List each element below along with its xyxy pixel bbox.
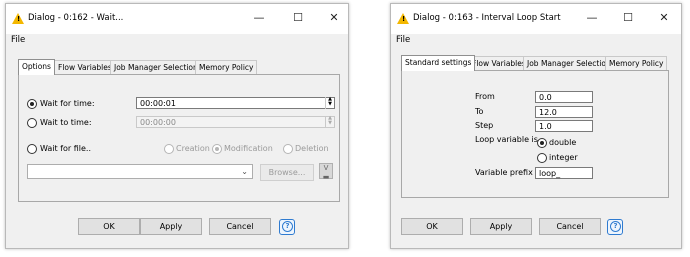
to-input[interactable]: 12.0 (535, 106, 593, 118)
minimize-button[interactable]: — (250, 10, 268, 26)
title-bar[interactable]: Dialog - 0:162 - Wait... — ☐ ✕ (6, 4, 348, 34)
menu-file[interactable]: File (11, 35, 25, 45)
cancel-button[interactable]: Cancel (539, 218, 601, 235)
variable-prefix-input[interactable]: loop_ (535, 167, 593, 179)
from-label: From (475, 92, 495, 101)
deletion-radio[interactable] (283, 144, 293, 154)
wait-for-file-radio[interactable] (27, 144, 37, 154)
integer-label: integer (549, 153, 578, 162)
tab-flow-variables[interactable]: Flow Variables (468, 56, 530, 70)
file-path-combo[interactable]: ⌄ (27, 164, 253, 179)
tab-standard-settings[interactable]: Standard settings (401, 55, 476, 71)
step-input[interactable]: 1.0 (535, 120, 593, 132)
tab-job-manager-selection[interactable]: Job Manager Selection (110, 60, 202, 74)
close-button[interactable]: ✕ (655, 10, 673, 26)
wait-to-time-label: Wait to time: (40, 118, 92, 127)
warning-icon (397, 13, 409, 24)
variable-prefix-label: Variable prefix (475, 168, 533, 177)
integer-radio[interactable] (537, 153, 547, 163)
window-title: Dialog - 0:163 - Interval Loop Start (413, 13, 561, 23)
modification-radio[interactable] (212, 144, 222, 154)
wait-to-time-radio[interactable] (27, 118, 37, 128)
standard-settings-panel: From 0.0 To 12.0 Step 1.0 Loop variable … (401, 70, 669, 198)
deletion-label: Deletion (295, 144, 329, 153)
help-button[interactable]: ? (279, 219, 295, 235)
ok-button[interactable]: OK (78, 218, 140, 235)
tab-memory-policy[interactable]: Memory Policy (195, 60, 258, 74)
creation-label: Creation (176, 144, 210, 153)
minimize-button[interactable]: — (583, 10, 601, 26)
step-label: Step (475, 121, 494, 130)
browse-button[interactable]: Browse... (260, 164, 314, 181)
from-input[interactable]: 0.0 (535, 91, 593, 103)
menu-file[interactable]: File (396, 35, 410, 45)
tab-job-manager-selection[interactable]: Job Manager Selection (523, 56, 615, 70)
wait-for-time-radio[interactable] (27, 99, 37, 109)
time-spinner-disabled[interactable]: ▲ ▼ (325, 116, 334, 128)
cancel-button[interactable]: Cancel (209, 218, 271, 235)
wait-to-time-input[interactable]: 00:00:00 (136, 116, 335, 128)
flow-variable-button[interactable]: V ▬ (319, 163, 333, 181)
window-title: Dialog - 0:162 - Wait... (28, 13, 124, 23)
options-panel: Wait for time: 00:00:01 ▲ ▼ Wait to time:… (18, 74, 340, 202)
wait-dialog-window: Dialog - 0:162 - Wait... — ☐ ✕ File Opti… (5, 3, 349, 249)
help-icon: ? (282, 221, 293, 232)
tab-flow-variables[interactable]: Flow Variables (54, 60, 116, 74)
menu-bar: File (391, 34, 681, 48)
ok-button[interactable]: OK (401, 218, 463, 235)
double-radio[interactable] (537, 138, 547, 148)
tab-memory-policy[interactable]: Memory Policy (605, 56, 668, 70)
maximize-button[interactable]: ☐ (289, 10, 307, 26)
apply-button[interactable]: Apply (140, 218, 202, 235)
interval-loop-dialog-window: Dialog - 0:163 - Interval Loop Start — ☐… (390, 3, 682, 249)
menu-bar: File (6, 34, 348, 48)
wait-for-file-label: Wait for file.. (40, 144, 92, 153)
tab-options[interactable]: Options (18, 59, 55, 75)
maximize-button[interactable]: ☐ (619, 10, 637, 26)
loop-variable-label: Loop variable is (475, 135, 538, 144)
help-icon: ? (610, 221, 621, 232)
apply-button[interactable]: Apply (470, 218, 532, 235)
to-label: To (475, 107, 484, 116)
creation-radio[interactable] (164, 144, 174, 154)
wait-for-time-input[interactable]: 00:00:01 (136, 97, 335, 109)
warning-icon (12, 13, 24, 24)
title-bar[interactable]: Dialog - 0:163 - Interval Loop Start — ☐… (391, 4, 681, 34)
double-label: double (549, 138, 577, 147)
help-button[interactable]: ? (607, 219, 623, 235)
wait-for-time-label: Wait for time: (40, 99, 95, 108)
chevron-down-icon: ⌄ (241, 167, 248, 176)
time-spinner[interactable]: ▲ ▼ (325, 97, 334, 109)
modification-label: Modification (224, 144, 273, 153)
close-button[interactable]: ✕ (325, 10, 343, 26)
